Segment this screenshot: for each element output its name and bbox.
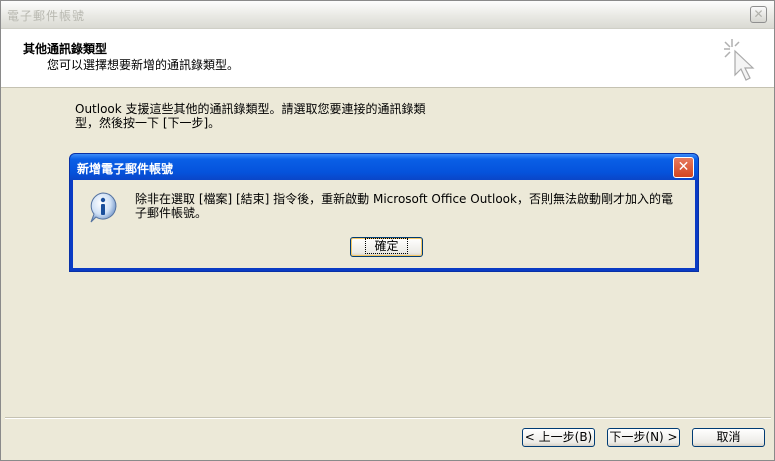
dialog-body: 除非在選取 [檔案] [結束] 指令後，重新啟動 Microsoft Offic… [73,180,695,268]
dialog-message: 除非在選取 [檔案] [結束] 指令後，重新啟動 Microsoft Offic… [135,192,673,220]
next-button[interactable]: 下一步(N) > [607,428,680,447]
info-icon [90,192,117,223]
window-title-bar[interactable]: 電子郵件帳號 ✕ [1,1,774,29]
message-dialog: 新增電子郵件帳號 ✕ 除非在選取 [檔案] [結束] 指令後，重新啟動 Micr… [69,153,699,272]
window-close-button[interactable]: ✕ [750,6,767,23]
button-separator [5,417,771,419]
page-title: 其他通訊錄類型 [23,42,108,56]
back-button[interactable]: < 上一步(B) [522,428,595,447]
wizard-cursor-icon [724,39,755,81]
wizard-window: 電子郵件帳號 ✕ 其他通訊錄類型 您可以選擇想要新增的通訊錄類型。 Outloo… [0,0,775,461]
instruction-text: Outlook 支援這些其他的通訊錄類型。請選取您要連接的通訊錄類型，然後按一下… [75,102,426,130]
dialog-close-button[interactable]: ✕ [673,157,694,178]
cancel-button[interactable]: 取消 [692,428,765,447]
ok-button[interactable]: 確定 [350,237,423,257]
page-subtitle: 您可以選擇想要新增的通訊錄類型。 [47,58,240,72]
window-title: 電子郵件帳號 [7,9,86,23]
dialog-title-bar[interactable]: 新增電子郵件帳號 ✕ [70,154,698,180]
close-icon: ✕ [753,7,764,21]
close-icon: ✕ [677,159,690,175]
ok-button-label: 確定 [365,238,408,254]
wizard-header: 其他通訊錄類型 您可以選擇想要新增的通訊錄類型。 [1,29,774,88]
dialog-title: 新增電子郵件帳號 [77,162,174,176]
